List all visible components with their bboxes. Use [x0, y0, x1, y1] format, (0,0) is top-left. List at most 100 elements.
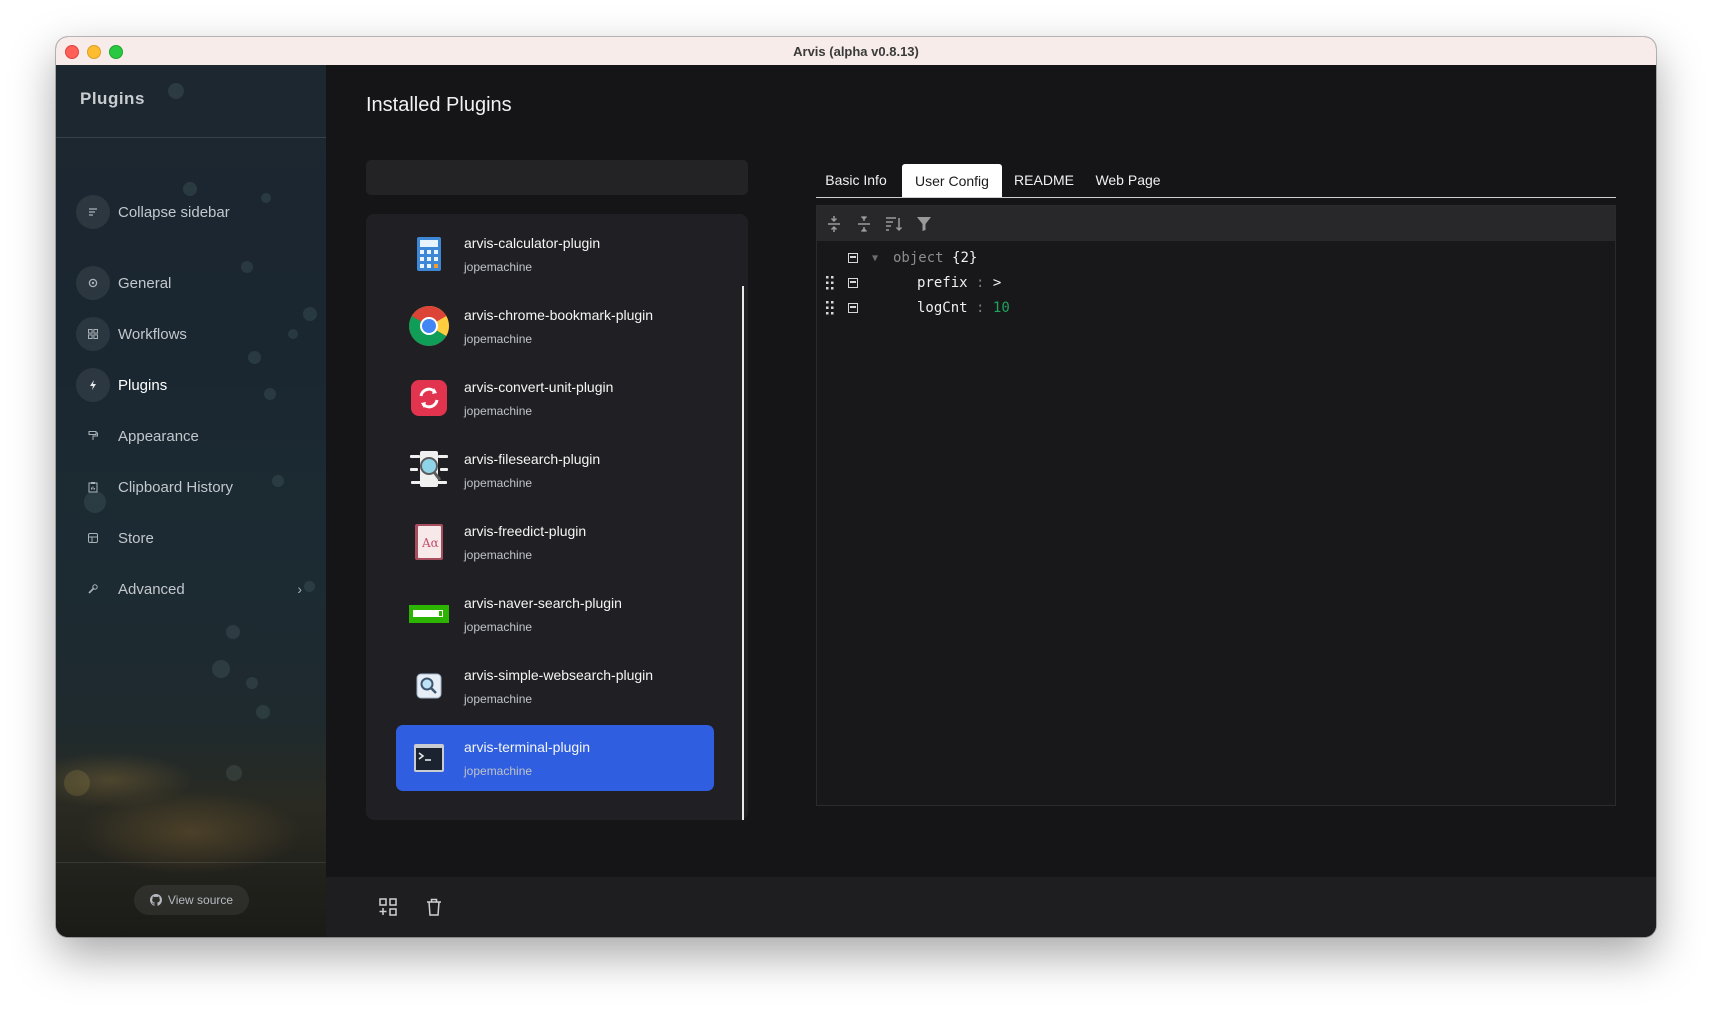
- plugin-list-item-convert-unit[interactable]: arvis-convert-unit-plugin jopemachine: [396, 365, 714, 431]
- sidebar-item-label: Clipboard History: [118, 478, 234, 496]
- json-editor-toolbar: [817, 206, 1615, 241]
- window-controls: [65, 45, 123, 59]
- json-root-label: object {2}: [893, 250, 977, 266]
- plugin-list-item-simple-websearch[interactable]: arvis-simple-websearch-plugin jopemachin…: [396, 653, 714, 719]
- view-source-button[interactable]: View source: [134, 885, 249, 915]
- row-checkbox[interactable]: [848, 253, 858, 263]
- plugin-name: arvis-convert-unit-plugin: [464, 378, 614, 395]
- wrench-icon: [76, 572, 110, 606]
- sidebar-item-advanced[interactable]: Advanced ›: [76, 571, 306, 607]
- tab-readme[interactable]: README: [1006, 164, 1082, 196]
- title-bar: Arvis (alpha v0.8.13): [56, 37, 1656, 66]
- sidebar-item-clipboard-history[interactable]: Clipboard History: [76, 469, 306, 505]
- sort-icon[interactable]: [881, 211, 907, 237]
- calculator-icon: [406, 231, 452, 277]
- plugin-list-scrollbar[interactable]: [742, 286, 744, 820]
- dictionary-icon: Aα: [406, 519, 452, 565]
- svg-text:Aα: Aα: [421, 536, 439, 550]
- tab-web-page[interactable]: Web Page: [1086, 164, 1170, 196]
- json-value[interactable]: 10: [993, 300, 1010, 316]
- sidebar-item-appearance[interactable]: Appearance: [76, 418, 306, 454]
- json-separator: :: [976, 275, 985, 291]
- plugin-name: arvis-terminal-plugin: [464, 738, 591, 755]
- json-entry-row[interactable]: prefix : >: [817, 271, 1615, 295]
- view-source-label: View source: [167, 893, 234, 907]
- plugin-author: jopemachine: [464, 331, 533, 346]
- plugin-list-item-filesearch[interactable]: arvis-filesearch-plugin jopemachine: [396, 437, 714, 503]
- sidebar-item-collapse[interactable]: Collapse sidebar: [76, 194, 306, 230]
- json-root-type: object: [893, 250, 944, 266]
- main-panel: Installed Plugins arvis-calculator-plugi…: [326, 65, 1656, 937]
- json-entry-row[interactable]: logCnt : 10: [817, 296, 1615, 320]
- github-icon: [149, 894, 162, 906]
- plugin-author: jopemachine: [464, 763, 533, 778]
- sidebar-item-label: Collapse sidebar: [118, 203, 230, 221]
- plugin-name: arvis-chrome-bookmark-plugin: [464, 306, 654, 323]
- json-editor[interactable]: ▼ object {2} prefix : > logCnt : 10: [816, 205, 1616, 806]
- sidebar-item-plugins[interactable]: Plugins: [76, 367, 306, 403]
- tab-user-config[interactable]: User Config: [902, 164, 1002, 197]
- plugin-list-item-calculator[interactable]: arvis-calculator-plugin jopemachine: [396, 221, 714, 287]
- sidebar-item-label: General: [118, 274, 172, 292]
- clipboard-icon: [76, 470, 110, 504]
- sidebar-item-general[interactable]: General: [76, 265, 306, 301]
- sidebar-bottom-divider: [56, 862, 326, 863]
- plugin-list-item-freedict[interactable]: Aα arvis-freedict-plugin jopemachine: [396, 509, 714, 575]
- row-checkbox[interactable]: [848, 278, 858, 288]
- plugin-list-item-naver-search[interactable]: arvis-naver-search-plugin jopemachine: [396, 581, 714, 647]
- close-window-button[interactable]: [65, 45, 79, 59]
- json-key: prefix: [917, 275, 968, 291]
- json-root-row[interactable]: ▼ object {2}: [817, 246, 1615, 270]
- json-separator: :: [976, 300, 985, 316]
- plugin-name: arvis-simple-websearch-plugin: [464, 666, 654, 683]
- add-plugin-button[interactable]: [376, 895, 400, 919]
- sidebar-header: Plugins: [80, 89, 145, 108]
- json-value[interactable]: >: [993, 275, 1001, 291]
- plugin-author: jopemachine: [464, 619, 533, 634]
- grid-icon: [76, 317, 110, 351]
- sidebar-divider: [56, 137, 326, 138]
- store-icon: [76, 521, 110, 555]
- delete-plugin-button[interactable]: [422, 895, 446, 919]
- drag-handle-icon[interactable]: [825, 300, 835, 316]
- plugin-author: jopemachine: [464, 403, 533, 418]
- sidebar-item-label: Plugins: [118, 376, 168, 394]
- plugin-name: arvis-calculator-plugin: [464, 234, 601, 251]
- filter-icon[interactable]: [911, 211, 937, 237]
- tab-basic-info[interactable]: Basic Info: [816, 164, 896, 196]
- chrome-icon: [406, 303, 452, 349]
- paint-roller-icon: [76, 419, 110, 453]
- json-key: logCnt: [917, 300, 968, 316]
- drag-handle-icon[interactable]: [825, 275, 835, 291]
- bolt-icon: [76, 368, 110, 402]
- json-entry: logCnt : 10: [917, 300, 1010, 316]
- magnifier-icon: [406, 663, 452, 709]
- window-title: Arvis (alpha v0.8.13): [793, 43, 919, 59]
- caret-down-icon[interactable]: ▼: [872, 253, 878, 264]
- plugin-author: jopemachine: [464, 691, 533, 706]
- terminal-icon: [406, 735, 452, 781]
- minimize-window-button[interactable]: [87, 45, 101, 59]
- sidebar-item-workflows[interactable]: Workflows: [76, 316, 306, 352]
- plugin-search-input[interactable]: [366, 160, 748, 195]
- zoom-window-button[interactable]: [109, 45, 123, 59]
- row-checkbox[interactable]: [848, 303, 858, 313]
- plugin-list: arvis-calculator-plugin jopemachine arvi…: [366, 214, 748, 820]
- page-title: Installed Plugins: [366, 94, 512, 116]
- sidebar: Plugins Collapse sidebar General Workflo…: [56, 65, 326, 937]
- convert-icon: [406, 375, 452, 421]
- plugin-list-item-chrome-bookmark[interactable]: arvis-chrome-bookmark-plugin jopemachine: [396, 293, 714, 359]
- plugin-name: arvis-freedict-plugin: [464, 522, 587, 539]
- detail-tabs: Basic Info User Config README Web Page: [816, 164, 1616, 198]
- filesearch-icon: [406, 447, 452, 493]
- collapse-icon: [76, 195, 110, 229]
- expand-all-icon[interactable]: [821, 211, 847, 237]
- sidebar-item-label: Appearance: [118, 427, 199, 445]
- collapse-all-icon[interactable]: [851, 211, 877, 237]
- naver-search-icon: [406, 591, 452, 637]
- sidebar-item-store[interactable]: Store: [76, 520, 306, 556]
- bottom-toolbar: [326, 877, 1656, 937]
- plugin-list-item-terminal[interactable]: arvis-terminal-plugin jopemachine: [396, 725, 714, 791]
- gear-icon: [76, 266, 110, 300]
- sidebar-item-label: Store: [118, 529, 154, 547]
